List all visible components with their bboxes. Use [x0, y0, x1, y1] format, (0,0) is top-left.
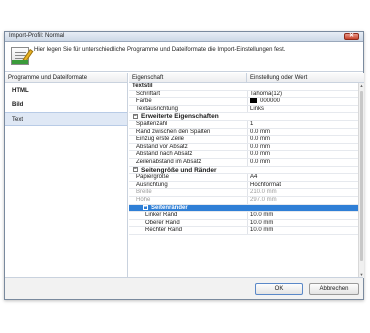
col-header-property: Eigenschaft — [129, 73, 247, 83]
property-name: Schriftart — [136, 90, 161, 97]
collapse-icon[interactable]: − — [143, 204, 148, 210]
collapse-icon[interactable]: − — [133, 114, 138, 120]
property-name: Spaltenzahl — [136, 120, 168, 127]
property-row[interactable]: Rand zwischen den Spalten 0.0 mm — [129, 128, 358, 137]
property-name: Zeilenabstand im Absatz — [136, 158, 202, 165]
property-name: Oberer Rand — [145, 219, 180, 226]
property-name: Einzug erste Zeile — [136, 136, 185, 143]
property-row[interactable]: Rechter Rand 10.0 mm — [129, 227, 358, 235]
property-row[interactable]: Schriftart Tahoma(12) — [129, 90, 358, 99]
property-row[interactable]: Einzug erste Zeile 0.0 mm — [129, 136, 358, 144]
property-group-row[interactable]: − Seitengröße und Ränder — [129, 167, 358, 175]
import-profile-dialog: Import-Profil: Normal ✕ Hier legen Sie f… — [4, 31, 364, 300]
property-row[interactable]: Linker Rand 10.0 mm — [129, 212, 358, 220]
property-value: 10.0 mm — [250, 227, 274, 234]
property-row[interactable]: Abstand nach Absatz 0.0 mm — [129, 151, 358, 159]
property-value: 10.0 mm — [250, 219, 274, 226]
property-name: Abstand vor Absatz — [136, 143, 188, 150]
scroll-up-icon[interactable]: ▲ — [359, 83, 364, 89]
property-value: 0.0 mm — [250, 158, 271, 165]
property-value: Hochformat — [250, 181, 282, 188]
property-name: Ausrichtung — [136, 181, 168, 188]
property-row[interactable]: Höhe 297.0 mm — [129, 196, 358, 205]
property-name: Rand zwischen den Spalten — [136, 128, 211, 135]
property-name: Breite — [136, 189, 152, 196]
color-swatch[interactable] — [250, 98, 257, 104]
property-group-row[interactable]: − Erweiterte Eigenschaften — [129, 113, 358, 121]
property-value: A4 — [250, 174, 258, 181]
col-header-value: Einstellung oder Wert — [247, 73, 364, 83]
property-row[interactable]: Breite 210.0 mm — [129, 189, 358, 197]
vertical-scrollbar[interactable]: ▲ ▼ — [358, 83, 364, 278]
property-group-row[interactable]: − Seitenränder — [129, 204, 358, 213]
scroll-thumb[interactable] — [360, 91, 363, 261]
dialog-footer: OK Abbrechen — [5, 277, 363, 299]
property-name: Rechter Rand — [145, 227, 183, 234]
property-value: Tahoma(12) — [250, 90, 283, 97]
property-grid: Eigenschaft Einstellung oder Wert Textst… — [129, 73, 364, 278]
dialog-description: Hier legen Sie für unterschiedliche Prog… — [34, 47, 286, 53]
property-name: Seitenränder — [151, 204, 188, 211]
property-category-row[interactable]: Textstil — [129, 83, 358, 91]
edit-document-icon — [11, 47, 34, 65]
property-name: Textstil — [132, 83, 153, 89]
property-name: Höhe — [136, 196, 151, 203]
property-row[interactable]: Ausrichtung Hochformat — [129, 181, 358, 190]
property-value: 0.0 mm — [250, 136, 271, 143]
property-value: 0.0 mm — [250, 151, 271, 158]
property-row[interactable]: Oberer Rand 10.0 mm — [129, 219, 358, 228]
format-item-html[interactable]: HTML — [5, 84, 127, 98]
format-item-bild[interactable]: Bild — [5, 98, 127, 112]
dialog-header: Hier legen Sie für unterschiedliche Prog… — [5, 42, 363, 72]
collapse-icon[interactable]: − — [133, 167, 138, 173]
property-name: Erweiterte Eigenschaften — [141, 113, 219, 121]
property-value: 10.0 mm — [250, 212, 274, 219]
property-value: 1 — [250, 120, 254, 127]
format-item-text[interactable]: Text — [5, 112, 127, 126]
close-button[interactable]: ✕ — [344, 33, 359, 40]
formats-list-header: Programme und Dateiformate — [5, 73, 127, 83]
window-title: Import-Profil: Normal — [9, 33, 65, 39]
property-name: Seitengröße und Ränder — [141, 166, 217, 174]
title-bar: Import-Profil: Normal ✕ — [5, 32, 363, 42]
cancel-button[interactable]: Abbrechen — [309, 283, 359, 295]
property-row[interactable]: Textausrichtung Links — [129, 105, 358, 114]
property-value: Links — [250, 105, 265, 112]
property-name: Linker Rand — [145, 212, 178, 219]
property-value: 0.0 mm — [250, 128, 271, 135]
property-value: 0.0 mm — [250, 143, 271, 150]
property-value: 210.0 mm — [250, 189, 277, 196]
property-row[interactable]: Farbe 000000 — [129, 98, 358, 106]
property-name: Farbe — [136, 98, 152, 105]
property-name: Papiergröße — [136, 174, 170, 181]
property-value: 000000 — [260, 98, 281, 105]
property-name: Abstand nach Absatz — [136, 151, 193, 158]
property-rows: Textstil Schriftart Tahoma(12) Farbe 000000 T… — [129, 83, 358, 278]
property-row[interactable]: Zeilenabstand im Absatz 0.0 mm — [129, 158, 358, 167]
property-row[interactable]: Abstand vor Absatz 0.0 mm — [129, 143, 358, 152]
property-row[interactable]: Spaltenzahl 1 — [129, 120, 358, 129]
property-name: Textausrichtung — [136, 105, 179, 112]
ok-button[interactable]: OK — [255, 283, 303, 295]
property-row[interactable]: Papiergröße A4 — [129, 174, 358, 182]
formats-list: Programme und Dateiformate HTML Bild Tex… — [5, 73, 128, 278]
property-value: 297.0 mm — [250, 196, 277, 203]
